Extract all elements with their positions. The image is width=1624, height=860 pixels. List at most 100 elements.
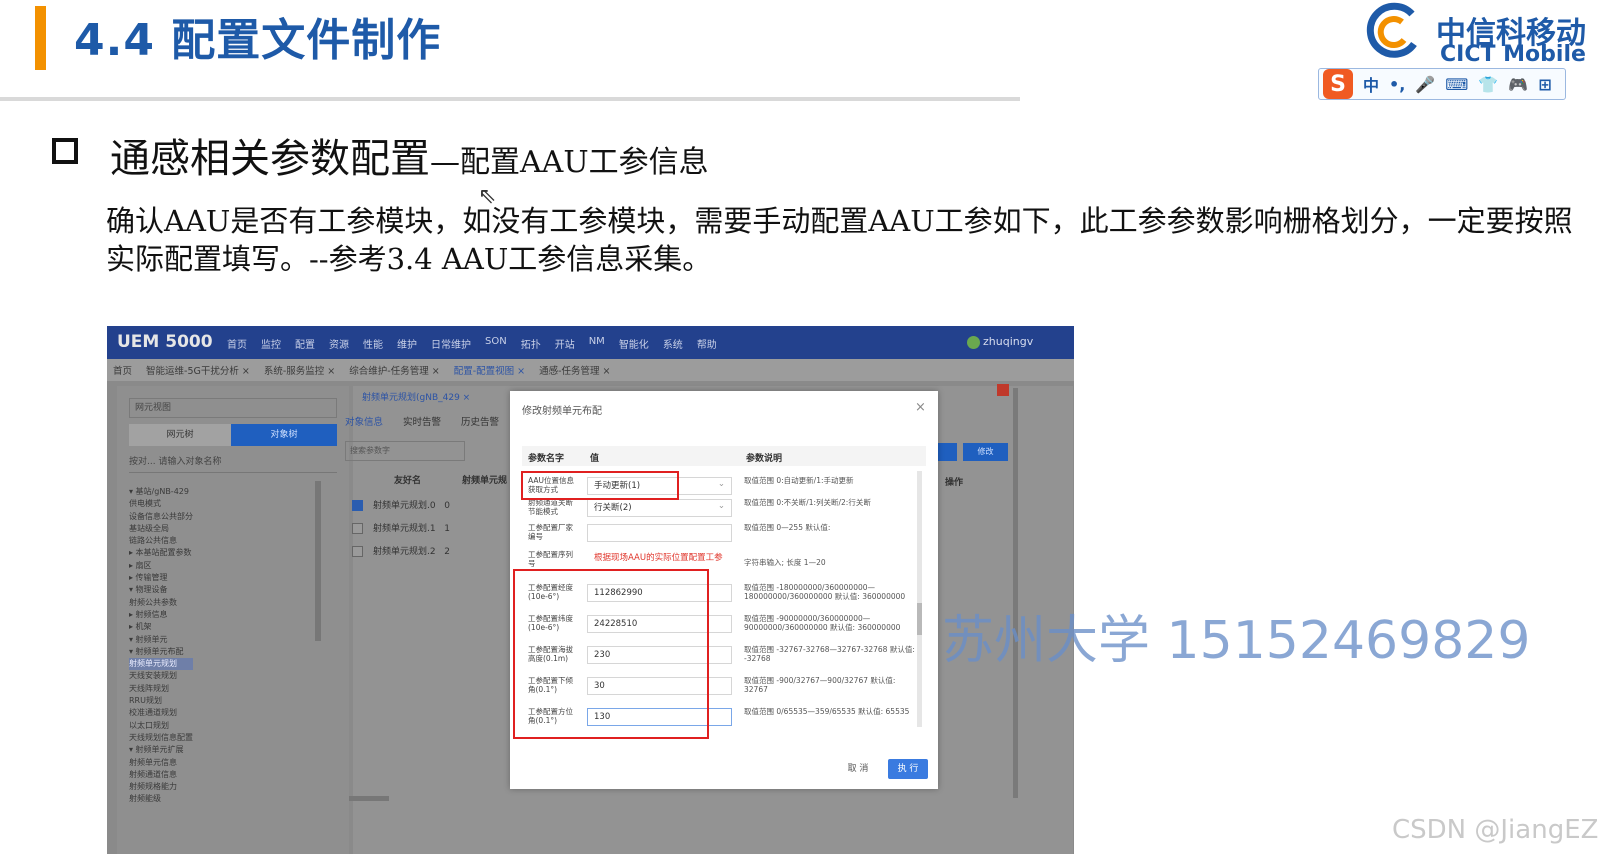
tab-config-view[interactable]: 配置-配置视图 × xyxy=(454,363,525,377)
sogou-ime-icon[interactable]: S xyxy=(1323,69,1353,99)
tab-task-mgmt[interactable]: 综合维护-任务管理 × xyxy=(349,363,439,377)
dialog-scrollbar[interactable] xyxy=(917,471,922,727)
row-value: 0 xyxy=(444,501,450,511)
modify-button[interactable]: 修改 xyxy=(963,443,1008,461)
grid-hscrollbar[interactable] xyxy=(349,796,389,801)
object-tab[interactable]: 射频单元规划(gNB_429 × xyxy=(362,390,470,403)
tree-node[interactable]: 供电模式 xyxy=(129,498,193,510)
tree-node[interactable]: ▾ 基站/gNB-429 xyxy=(129,486,193,498)
slide-title: 4.4 配置文件制作 xyxy=(74,15,442,66)
param-desc: 取值范围 0—255 默认值: xyxy=(744,523,831,532)
tree-node[interactable]: ▸ 扇区 xyxy=(129,560,193,572)
table-row[interactable]: 射频单元规划.2 2 xyxy=(352,544,450,557)
menu-item[interactable]: 首页 xyxy=(227,336,247,351)
toolbar-button[interactable] xyxy=(935,443,957,461)
execute-button[interactable]: 执 行 xyxy=(888,759,928,779)
tree-node[interactable]: ▾ 射频单元 xyxy=(129,634,193,646)
col-param-name: 参数名字 xyxy=(528,454,565,464)
keyboard-icon[interactable]: ⌨ xyxy=(1445,75,1468,94)
param-desc: 取值范围 -180000000/360000000—180000000/3600… xyxy=(744,583,906,601)
menu-item[interactable]: 维护 xyxy=(397,336,417,351)
menu-item[interactable]: 系统 xyxy=(663,336,683,351)
table-row[interactable]: 射频单元规划.0 0 xyxy=(352,498,450,511)
ime-chinese-mode[interactable]: 中 xyxy=(1363,72,1379,96)
tree-node[interactable]: 天线阵规划 xyxy=(129,683,193,695)
page-tabs: 首页 智能运维-5G干扰分析 × 系统-服务监控 × 综合维护-任务管理 × 配… xyxy=(107,359,1074,381)
menu-item[interactable]: 日常维护 xyxy=(431,336,471,351)
avatar[interactable] xyxy=(967,336,980,349)
tree-node[interactable]: 天线规划信息配置 xyxy=(129,732,193,744)
tree-node[interactable]: 基站级全局 xyxy=(129,523,193,535)
tab-sensing-task[interactable]: 通感-任务管理 × xyxy=(539,363,610,377)
toolbox-icon[interactable]: ⊞ xyxy=(1538,75,1551,94)
tab-service-monitor[interactable]: 系统-服务监控 × xyxy=(264,363,335,377)
ime-punctuation-icon[interactable]: •, xyxy=(1389,75,1405,94)
tree-node[interactable]: ▸ 射频信息 xyxy=(129,609,193,621)
tree-node[interactable]: 射频公共参数 xyxy=(129,597,193,609)
dialog-title: 修改射频单元布配 xyxy=(522,406,602,417)
view-select[interactable]: 网元视图 xyxy=(129,398,337,418)
tree-node[interactable]: 射频规格能力 xyxy=(129,781,193,793)
subtab-history-alarm[interactable]: 历史告警 xyxy=(461,414,499,428)
tree-node[interactable]: 以太口规划 xyxy=(129,720,193,732)
param-search-input[interactable]: 搜索参数字 xyxy=(345,441,465,461)
subtab-realtime-alarm[interactable]: 实时告警 xyxy=(403,414,441,428)
ne-tree-button[interactable]: 网元树 xyxy=(129,424,231,446)
tree-node[interactable]: ▸ 传输管理 xyxy=(129,572,193,584)
subtab-object-info[interactable]: 对象信息 xyxy=(345,414,383,428)
row-checkbox[interactable] xyxy=(352,546,363,557)
tree-node[interactable]: 射频单元信息 xyxy=(129,757,193,769)
param-select[interactable]: 行关断(2) xyxy=(587,498,732,517)
tree-node[interactable]: ▸ 机架 xyxy=(129,621,193,633)
game-icon[interactable]: 🎮 xyxy=(1508,75,1528,94)
row-checkbox[interactable] xyxy=(352,500,363,511)
param-desc: 取值范围 -32767-32768—32767-32768 默认值: -3276… xyxy=(744,645,915,663)
username[interactable]: zhuqingv xyxy=(983,335,1033,348)
object-tree-button[interactable]: 对象树 xyxy=(231,424,337,446)
ime-toolbar[interactable]: S 中 •, 🎤 ⌨ 👕 🎮 ⊞ xyxy=(1318,68,1566,100)
tree-node[interactable]: ▾ 物理设备 xyxy=(129,584,193,596)
instruction-paragraph: 确认AAU是否有工参模块，如没有工参模块，需要手动配置AAU工参如下，此工参参数… xyxy=(106,204,1573,276)
heading-main: 通感相关参数配置 xyxy=(110,136,430,182)
menu-item[interactable]: 开站 xyxy=(555,336,575,351)
tree-node[interactable]: 设备信息公共部分 xyxy=(129,511,193,523)
object-filter-input[interactable]: 按对... 请输入对象名称 xyxy=(129,452,337,473)
page-scrollbar[interactable] xyxy=(1013,388,1018,798)
menu-item[interactable]: SON xyxy=(485,336,507,351)
menu-item[interactable]: 监控 xyxy=(261,336,281,351)
tree-node[interactable]: 校准通道规划 xyxy=(129,707,193,719)
tab-interference[interactable]: 智能运维-5G干扰分析 × xyxy=(146,363,250,377)
menu-item[interactable]: NM xyxy=(589,336,605,351)
table-row[interactable]: 射频单元规划.1 1 xyxy=(352,521,450,534)
menu-item[interactable]: 拓扑 xyxy=(521,336,541,351)
tree-node[interactable]: 天线安装规划 xyxy=(129,670,193,682)
tree-node[interactable]: ▾ 射频单元扩展 xyxy=(129,744,193,756)
menu-item[interactable]: 配置 xyxy=(295,336,315,351)
close-icon[interactable]: × xyxy=(915,400,926,415)
param-desc: 取值范围 -900/32767—900/32767 默认值: 32767 xyxy=(744,676,896,694)
tree-node[interactable]: 链路公共信息 xyxy=(129,535,193,547)
menu-item[interactable]: 资源 xyxy=(329,336,349,351)
col-friendly-name[interactable]: 友好名 xyxy=(394,473,421,486)
tree-node[interactable]: ▸ 本基站配置参数 xyxy=(129,547,193,559)
menu-item[interactable]: 帮助 xyxy=(697,336,717,351)
row-value: 2 xyxy=(444,547,450,557)
tree-node[interactable]: ▾ 射频单元布配 xyxy=(129,646,193,658)
alarm-indicator[interactable] xyxy=(997,384,1009,396)
bullet-square-icon xyxy=(52,138,78,164)
menu-item[interactable]: 智能化 xyxy=(619,336,649,351)
tree-node-selected[interactable]: 射频单元规划 xyxy=(129,658,193,671)
cancel-button[interactable]: 取 消 xyxy=(840,759,876,779)
tree-node[interactable]: 射频能级 xyxy=(129,793,193,805)
param-input[interactable] xyxy=(587,524,732,542)
skin-icon[interactable]: 👕 xyxy=(1478,75,1498,94)
menu-item[interactable]: 性能 xyxy=(363,336,383,351)
tab-home[interactable]: 首页 xyxy=(113,363,132,377)
col-unit[interactable]: 射频单元规 xyxy=(462,473,507,486)
microphone-icon[interactable]: 🎤 xyxy=(1415,75,1435,94)
tree-scrollbar[interactable] xyxy=(315,481,321,641)
dialog-scrollbar-thumb[interactable] xyxy=(917,603,922,635)
tree-node[interactable]: 射频通道信息 xyxy=(129,769,193,781)
row-checkbox[interactable] xyxy=(352,523,363,534)
tree-node[interactable]: RRU规划 xyxy=(129,695,193,707)
